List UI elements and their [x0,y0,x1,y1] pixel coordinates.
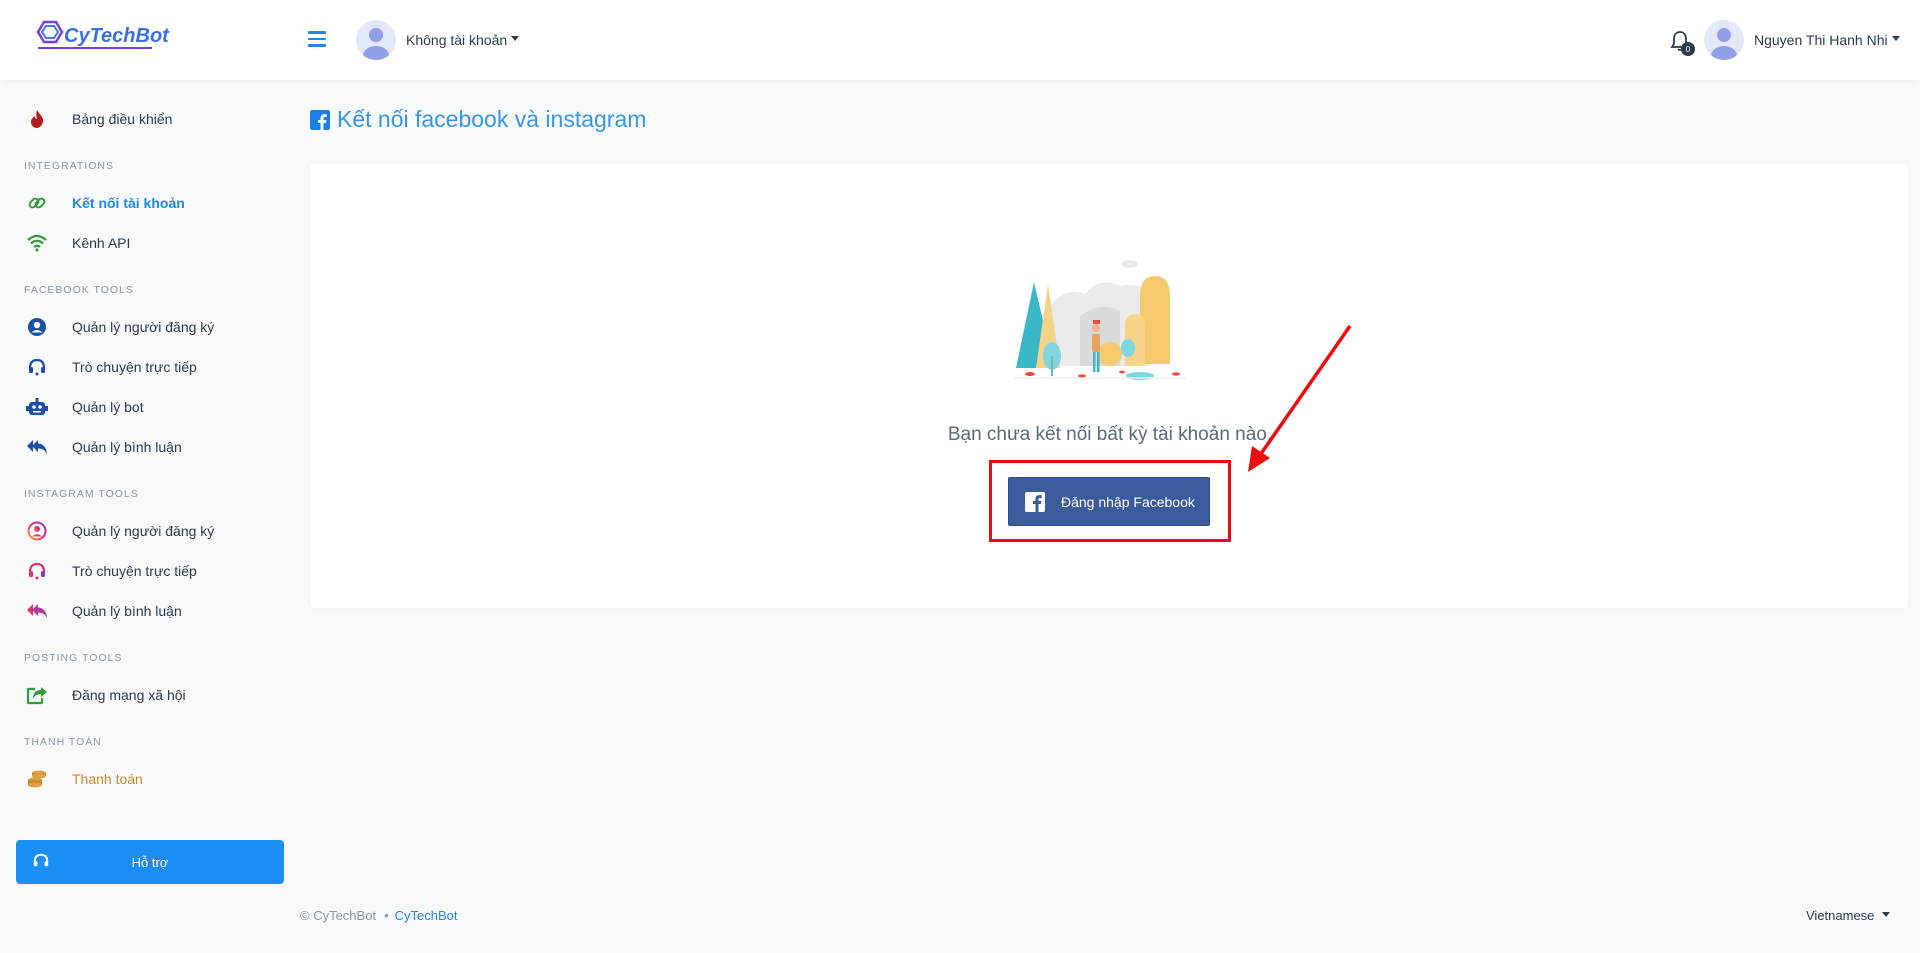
sidebar-item-fb-subscribers[interactable]: Quản lý người đăng ký [24,312,214,342]
sidebar-item-label: Quản lý bình luận [72,439,182,455]
reply-all-icon [24,598,50,624]
sidebar-item-payment[interactable]: Thanh toán [24,764,143,794]
chevron-down-icon [1882,912,1891,918]
user-avatar [1704,20,1744,60]
section-instagram-tools: INSTAGRAM TOOLS [24,488,139,500]
sidebar-item-dashboard[interactable]: Bảng điều khiển [24,104,172,134]
page-title: Kết nối facebook và instagram [310,106,646,133]
empty-state-illustration [1014,260,1186,380]
sidebar-item-fb-comments[interactable]: Quản lý bình luận [24,432,182,462]
sidebar-item-label: Quản lý người đăng ký [72,319,215,335]
share-square-icon [24,682,50,708]
sidebar-item-label: Kết nối tài khoản [72,195,185,211]
facebook-login-label: Đăng nhập Facebook [1061,493,1195,510]
headset-icon [24,354,50,380]
menu-toggle-icon[interactable] [308,31,326,47]
user-menu[interactable]: Nguyen Thi Hanh Nhi [1704,20,1900,60]
sidebar-item-ig-livechat[interactable]: Trò chuyện trực tiếp [24,556,197,586]
section-integrations: INTEGRATIONS [24,160,114,172]
footer: © CyTechBot • CyTechBot [300,908,458,923]
robot-icon [24,394,50,420]
facebook-icon [1025,491,1045,512]
account-selector[interactable]: Không tài khoản [356,20,520,60]
user-circle-icon [24,314,50,340]
section-facebook-tools: FACEBOOK TOOLS [24,284,134,296]
sidebar-item-ig-comments[interactable]: Quản lý bình luận [24,596,182,626]
footer-copyright: © CyTechBot [300,908,377,923]
sidebar-item-api-channel[interactable]: Kênh API [24,228,130,258]
wifi-icon [24,230,50,256]
reply-all-icon [24,434,50,460]
support-label: Hỗ trợ [131,854,169,870]
sidebar-item-label: Thanh toán [72,771,143,787]
facebook-login-button[interactable]: Đăng nhập Facebook [1008,477,1210,526]
logo-text: CyTechBot [64,25,170,47]
footer-separator: • [384,908,389,923]
sidebar-item-label: Quản lý bình luận [72,603,182,619]
sidebar-item-label: Kênh API [72,235,131,251]
section-payment: THANH TOÁN [24,736,102,748]
sidebar-item-label: Quản lý người đăng ký [72,523,215,539]
link-icon [24,190,50,216]
support-button[interactable]: Hỗ trợ [16,840,284,884]
chevron-down-icon [1891,35,1900,41]
chevron-down-icon [511,35,520,41]
user-circle-icon [24,518,50,544]
sidebar-item-social-post[interactable]: Đăng mạng xã hội [24,680,186,710]
page-title-text: Kết nối facebook và instagram [337,106,647,132]
sidebar-item-label: Trò chuyện trực tiếp [72,359,197,375]
section-posting-tools: POSTING TOOLS [24,652,123,664]
coins-icon [24,766,50,792]
headset-icon [24,558,50,584]
notification-badge: 0 [1681,42,1695,56]
sidebar-item-connect-account[interactable]: Kết nối tài khoản [24,188,185,218]
headset-icon [33,853,49,867]
fire-icon [24,106,50,132]
language-label: Vietnamese [1806,908,1875,923]
sidebar-item-label: Bảng điều khiển [72,111,173,127]
sidebar-item-label: Quản lý bot [72,399,144,415]
annotation-arrow [1248,324,1352,472]
account-avatar [356,20,396,60]
sidebar: Bảng điều khiển INTEGRATIONS Kết nối tài… [0,80,290,953]
sidebar-item-label: Trò chuyện trực tiếp [72,563,197,579]
language-selector[interactable]: Vietnamese [1806,908,1891,923]
sidebar-item-label: Đăng mạng xã hội [72,687,186,703]
sidebar-item-fb-livechat[interactable]: Trò chuyện trực tiếp [24,352,197,382]
sidebar-item-ig-subscribers[interactable]: Quản lý người đăng ký [24,516,214,546]
footer-link[interactable]: CyTechBot [395,908,458,923]
account-selector-label: Không tài khoản [406,32,508,48]
facebook-icon [310,109,330,131]
sidebar-item-fb-bot[interactable]: Quản lý bot [24,392,144,422]
top-header: CyTechBot Không tài khoản 0 Nguyen Thi H… [0,0,1920,80]
cytechbot-logo[interactable]: CyTechBot [34,18,174,54]
user-name: Nguyen Thi Hanh Nhi [1754,32,1888,48]
